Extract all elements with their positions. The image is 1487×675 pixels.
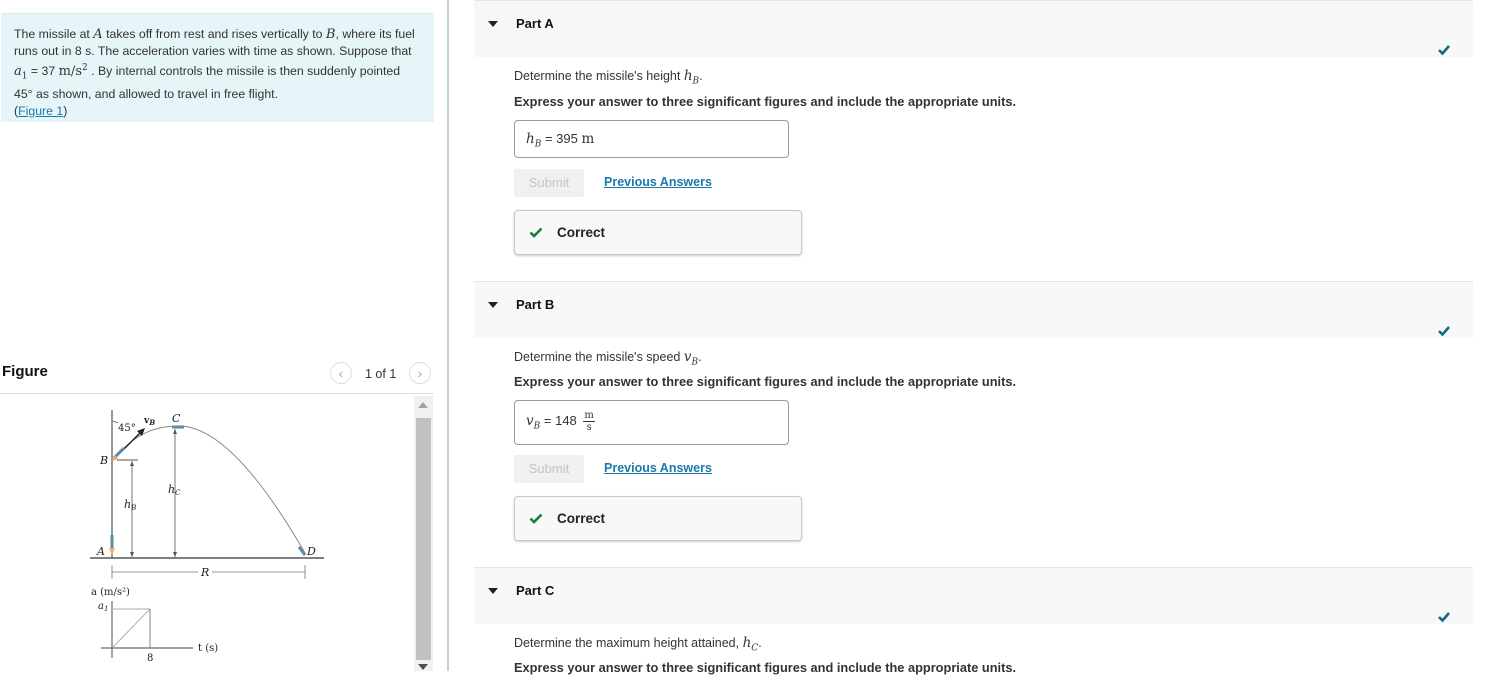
caret-down-icon [488, 21, 498, 27]
equals-sign: = [540, 412, 556, 428]
checkmark-icon [1438, 45, 1450, 56]
figure-link[interactable]: Figure 1 [18, 104, 63, 118]
part-a-previous-answers-link[interactable]: Previous Answers [604, 175, 712, 189]
hc-arrowhead [173, 429, 177, 434]
hc-arrowhead [173, 552, 177, 557]
answer-value: 395 [556, 131, 578, 146]
label-t-axis: t (s) [198, 643, 218, 654]
label-r: R [200, 566, 209, 579]
missile-trajectory-diagram: 45° vB C B hC hB A D R a (m/s²) a1 t (s)… [90, 410, 324, 664]
part-b-submit-button[interactable]: Submit [514, 455, 584, 483]
answer-variable: v [526, 412, 534, 429]
caret-down-icon [488, 302, 498, 308]
part-c-label: Part C [516, 583, 555, 598]
label-b: B [99, 454, 108, 467]
figure-page-indicator: 1 of 1 [365, 367, 397, 381]
label-d: D [306, 545, 316, 558]
hb-arrowhead [130, 552, 134, 557]
label-a-axis: a (m/s²) [91, 587, 130, 598]
scroll-up-arrow-icon[interactable] [418, 402, 428, 408]
correct-check-icon [529, 513, 543, 524]
answer-unit: m [581, 131, 595, 147]
acceleration-ramp-line [111, 608, 151, 649]
part-b-feedback: Correct [514, 496, 802, 541]
problem-text: The missile at [14, 27, 94, 41]
scroll-down-arrow-icon[interactable] [418, 664, 428, 670]
label-angle: 45° [118, 423, 136, 434]
label-t-tick: 8 [147, 653, 153, 664]
problem-pane: The missile at A takes off from rest and… [0, 0, 447, 671]
part-a-submit-button[interactable]: Submit [514, 169, 584, 197]
part-a-feedback: Correct [514, 210, 802, 255]
part-a-question: Determine the missile's height hB. [514, 68, 703, 87]
caret-down-icon [488, 588, 498, 594]
label-hc: hC [168, 483, 181, 497]
var-a-point: A [93, 27, 103, 42]
feedback-label: Correct [557, 225, 606, 240]
part-b-instruction: Express your answer to three significant… [514, 374, 1017, 389]
unit-a1: m/s [58, 64, 82, 80]
feedback-label: Correct [557, 511, 606, 526]
figure-scrollbar[interactable] [414, 396, 433, 671]
figure-header: Figure ‹ 1 of 1 › [0, 360, 434, 394]
answer-variable: h [526, 131, 535, 147]
hb-arrowhead [130, 461, 134, 466]
answer-value: 148 [555, 412, 577, 428]
problem-statement: The missile at A takes off from rest and… [1, 13, 434, 122]
flame-a-icon [109, 548, 115, 555]
part-b-answer-field[interactable]: vB = 148 ms [514, 400, 789, 445]
parts-pane: Part A Determine the missile's height hB… [449, 0, 1487, 675]
part-b-question: Determine the missile's speed vB. [514, 349, 702, 368]
part-c-question: Determine the maximum height attained, h… [514, 635, 762, 654]
problem-text: = 37 [27, 64, 59, 79]
label-vb: vB [143, 416, 155, 427]
part-b-previous-answers-link[interactable]: Previous Answers [604, 461, 712, 475]
part-a-instruction: Express your answer to three significant… [514, 94, 1017, 109]
paren: ) [63, 103, 68, 118]
part-c-instruction: Express your answer to three significant… [514, 660, 1017, 675]
checkmark-icon [1438, 612, 1450, 623]
answer-unit-fraction: ms [583, 410, 595, 433]
part-b-label: Part B [516, 297, 555, 312]
figure-title: Figure [2, 363, 48, 380]
part-c-header[interactable]: Part C [474, 567, 1473, 624]
problem-text: takes off from rest and rises vertically… [102, 27, 326, 41]
figure-image: 45° vB C B hC hB A D R a (m/s²) a1 t (s)… [0, 395, 414, 671]
checkmark-icon [1438, 326, 1450, 337]
var-a1: a [14, 64, 22, 80]
chevron-left-icon: ‹ [338, 365, 344, 381]
figure-prev-button[interactable]: ‹ [330, 362, 352, 384]
correct-check-icon [529, 227, 543, 238]
part-a-answer-field[interactable]: hB = 395 m [514, 120, 789, 158]
scroll-thumb[interactable] [416, 418, 431, 660]
label-a1: a1 [98, 601, 108, 613]
part-a-header[interactable]: Part A [474, 0, 1473, 57]
trajectory-curve [117, 425, 306, 554]
figure-next-button[interactable]: › [409, 362, 431, 384]
part-a-label: Part A [516, 16, 554, 31]
part-b-header[interactable]: Part B [474, 281, 1473, 338]
label-c: C [172, 412, 181, 425]
label-a: A [96, 545, 105, 558]
label-hb: hB [124, 498, 136, 512]
chevron-right-icon: › [417, 365, 423, 381]
equals-sign: = [541, 131, 557, 146]
